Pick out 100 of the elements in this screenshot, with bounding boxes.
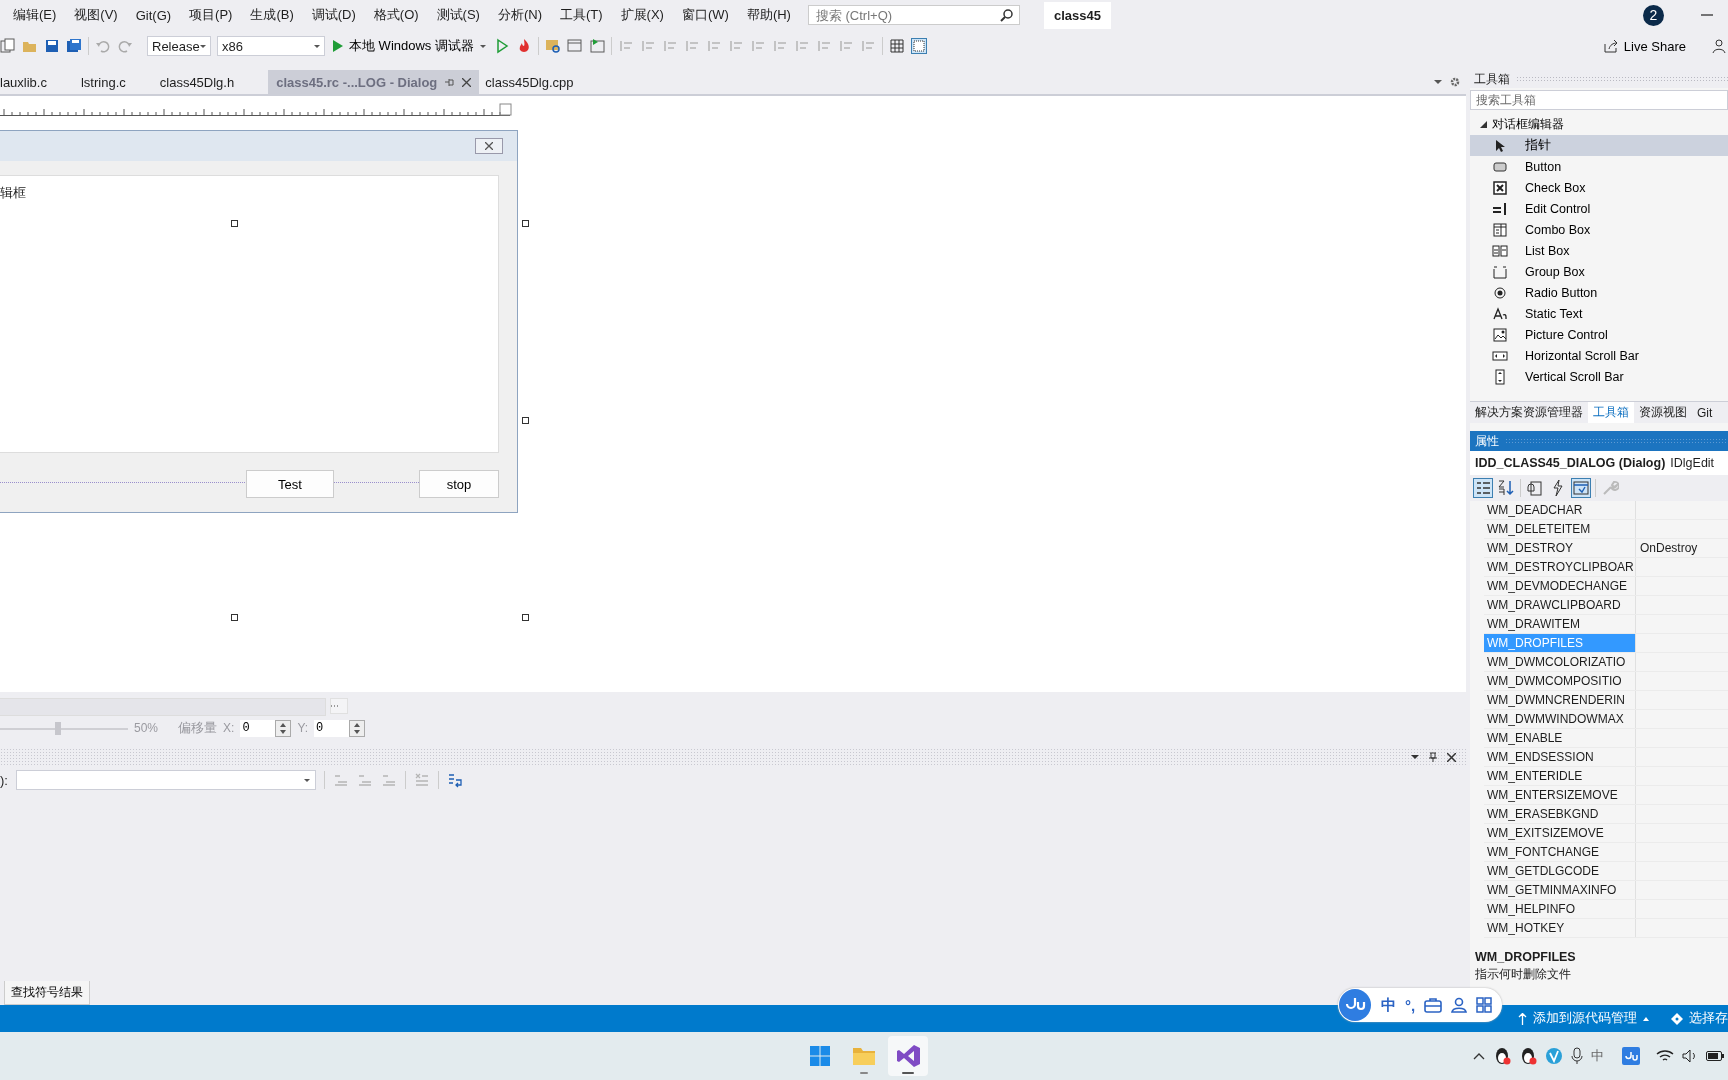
message-name[interactable]: WM_GETMINMAXINFO <box>1484 881 1636 899</box>
document-tab[interactable]: class45Dlg.cpp <box>485 70 588 94</box>
resize-handle[interactable] <box>522 220 529 227</box>
toolbox-item[interactable]: Horizontal Scroll Bar <box>1470 345 1728 366</box>
properties-icon[interactable] <box>1526 479 1544 497</box>
repository-button[interactable]: 选择存 <box>1671 1010 1728 1027</box>
test-dialog-icon[interactable] <box>588 38 605 54</box>
menu-item[interactable]: 调试(D) <box>302 3 365 27</box>
wifi-icon[interactable] <box>1656 1049 1674 1063</box>
toolbox-item[interactable]: Picture Control <box>1470 324 1728 345</box>
message-name[interactable]: WM_ERASEBKGND <box>1484 805 1636 823</box>
dialog-button[interactable]: Test <box>246 470 334 498</box>
message-name[interactable]: WM_GETDLGCODE <box>1484 862 1636 880</box>
source-control-button[interactable]: 添加到源代码管理 <box>1518 1010 1649 1027</box>
settings-icon[interactable] <box>1450 77 1460 87</box>
visual-studio-icon[interactable] <box>888 1036 928 1076</box>
resize-handle[interactable] <box>231 614 238 621</box>
toolbox-item[interactable]: Check Box <box>1470 177 1728 198</box>
message-name[interactable]: WM_EXITSIZEMOVE <box>1484 824 1636 842</box>
toolbox-item[interactable]: Vertical Scroll Bar <box>1470 366 1728 387</box>
window-layout-icon[interactable] <box>566 38 583 54</box>
message-name[interactable]: WM_DESTROYCLIPBOAR <box>1484 558 1636 576</box>
menu-item[interactable]: 格式(O) <box>364 3 428 27</box>
save-icon[interactable] <box>44 38 60 54</box>
resize-handle[interactable] <box>231 220 238 227</box>
messages-icon[interactable] <box>1572 479 1590 497</box>
panel-tab[interactable]: 解决方案资源管理器 <box>1470 402 1588 423</box>
input-language-indicator[interactable]: 中 <box>1591 1047 1604 1065</box>
message-name[interactable]: WM_DEADCHAR <box>1484 501 1636 519</box>
search-field[interactable]: 搜索 (Ctrl+Q) <box>813 6 1000 24</box>
categorized-icon[interactable] <box>1474 479 1492 497</box>
toolbox-item[interactable]: Combo Box <box>1470 219 1728 240</box>
punctuation-mode[interactable]: °, <box>1405 996 1416 1014</box>
penguin-icon[interactable] <box>1519 1047 1537 1065</box>
panel-tab[interactable]: Git <box>1692 402 1718 423</box>
message-name[interactable]: WM_FONTCHANGE <box>1484 843 1636 861</box>
grid-icon[interactable] <box>888 38 905 54</box>
message-name[interactable]: WM_DEVMODECHANGE <box>1484 577 1636 595</box>
app-icon[interactable] <box>1545 1047 1563 1065</box>
sort-icon[interactable] <box>1497 479 1515 497</box>
word-wrap-icon[interactable] <box>446 772 463 788</box>
message-name[interactable]: WM_DWMCOLORIZATIO <box>1484 653 1636 671</box>
notification-badge[interactable]: 2 <box>1643 4 1664 26</box>
speaker-icon[interactable] <box>1682 1049 1698 1063</box>
document-tab[interactable]: lauxlib.c <box>0 70 61 94</box>
penguin-icon[interactable] <box>1493 1047 1511 1065</box>
message-name[interactable]: WM_DELETEITEM <box>1484 520 1636 538</box>
account-icon[interactable] <box>1712 38 1728 54</box>
panel-tab[interactable]: 工具箱 <box>1588 402 1634 423</box>
toolbox-item[interactable]: Radio Button <box>1470 282 1728 303</box>
menu-item[interactable]: Git(G) <box>126 4 181 26</box>
toolbox-item[interactable]: Group Box <box>1470 261 1728 282</box>
menu-item[interactable]: 编辑(E) <box>4 3 66 27</box>
message-name[interactable]: WM_DWMCOMPOSITIO <box>1484 672 1636 690</box>
menu-item[interactable]: 扩展(X) <box>611 3 673 27</box>
pin-icon[interactable] <box>1429 752 1437 762</box>
menu-item[interactable]: 测试(S) <box>427 3 489 27</box>
grid-icon[interactable] <box>1476 997 1493 1013</box>
message-name[interactable]: WM_ENABLE <box>1484 729 1636 747</box>
document-tab[interactable]: class45Dlg.h <box>159 70 249 94</box>
start-debugging-button[interactable]: 本地 Windows 调试器 <box>331 37 488 55</box>
save-all-icon[interactable] <box>66 38 82 54</box>
message-name[interactable]: WM_HOTKEY <box>1484 919 1636 937</box>
message-name[interactable]: WM_ENTERIDLE <box>1484 767 1636 785</box>
dialog-button[interactable]: stop <box>419 470 499 498</box>
toolbox-icon[interactable] <box>1424 997 1443 1013</box>
message-name[interactable]: WM_DWMNCRENDERIN <box>1484 691 1636 709</box>
message-name[interactable]: WM_ENDSESSION <box>1484 748 1636 766</box>
resize-handle[interactable] <box>522 417 529 424</box>
battery-icon[interactable] <box>1706 1050 1724 1062</box>
slider-thumb[interactable] <box>54 721 61 735</box>
guides-icon[interactable] <box>910 38 927 54</box>
number-spinner[interactable]: 0 <box>240 719 292 737</box>
user-icon[interactable] <box>1451 997 1468 1013</box>
close-button[interactable] <box>475 138 503 154</box>
toolbox-group[interactable]: 对话框编辑器 <box>1470 114 1570 135</box>
menu-item[interactable]: 窗口(W) <box>672 3 738 27</box>
toolbox-item[interactable]: 指针 <box>1470 135 1728 156</box>
panel-tab[interactable]: 资源视图 <box>1634 402 1692 423</box>
platform-dropdown[interactable]: x86 <box>217 36 325 56</box>
close-icon[interactable] <box>462 77 472 87</box>
menu-item[interactable]: 帮助(H) <box>737 3 800 27</box>
panel-tab[interactable]: 查找符号结果 <box>4 981 90 1005</box>
close-icon[interactable] <box>1447 752 1456 762</box>
toolbox-item[interactable]: Edit Control <box>1470 198 1728 219</box>
search-box[interactable]: 搜索 (Ctrl+Q) <box>807 5 1020 25</box>
message-name[interactable]: WM_DESTROY <box>1484 539 1636 557</box>
message-name[interactable]: WM_HELPINFO <box>1484 900 1636 918</box>
configuration-dropdown[interactable]: Release <box>147 36 211 56</box>
document-tab[interactable]: lstring.c <box>80 70 140 94</box>
message-name[interactable]: WM_DRAWITEM <box>1484 615 1636 633</box>
menu-item[interactable]: 工具(T) <box>551 3 612 27</box>
menu-item[interactable]: 分析(N) <box>488 3 551 27</box>
microphone-icon[interactable] <box>1571 1047 1583 1065</box>
message-name[interactable]: WM_DWMWINDOWMAX <box>1484 710 1636 728</box>
toolbox-item[interactable]: Static Text <box>1470 303 1728 324</box>
resize-handle[interactable] <box>522 614 529 621</box>
menu-item[interactable]: 视图(V) <box>65 3 127 27</box>
menu-item[interactable]: 项目(P) <box>180 3 242 27</box>
chevron-up-icon[interactable] <box>1473 1052 1485 1060</box>
